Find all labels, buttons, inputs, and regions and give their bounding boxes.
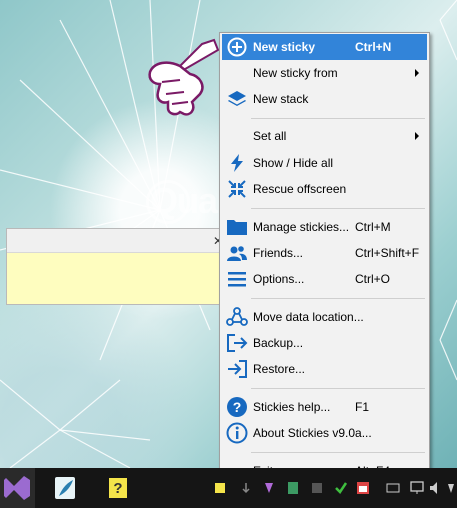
tray-sticky-icon[interactable] — [214, 480, 226, 496]
lightning-icon — [226, 152, 248, 174]
menu-item-label: Backup... — [253, 336, 304, 350]
menu-lines-icon — [226, 268, 248, 290]
menu-item-label: New sticky from — [253, 66, 338, 80]
menu-item-backup[interactable]: Backup... — [222, 330, 427, 356]
hand-cursor-icon — [148, 38, 220, 116]
visual-studio-icon — [4, 476, 30, 500]
menu-item-label: Show / Hide all — [253, 156, 334, 170]
sticky-title-bar[interactable] — [7, 229, 223, 253]
restore-icon — [226, 358, 248, 380]
taskbar-app-stickies[interactable]: ? — [98, 468, 138, 508]
menu-item-shortcut: Ctrl+O — [355, 272, 391, 286]
menu-item-manage-stickies[interactable]: Manage stickies... Ctrl+M — [222, 214, 427, 240]
stack-icon — [226, 88, 248, 110]
svg-text:?: ? — [113, 480, 122, 497]
sticky-note[interactable]: ✕ — [6, 228, 224, 305]
menu-item-new-stack[interactable]: New stack — [222, 86, 427, 112]
menu-item-label: Set all — [253, 129, 287, 143]
menu-item-restore[interactable]: Restore... — [222, 356, 427, 382]
menu-item-rescue-offscreen[interactable]: Rescue offscreen — [222, 176, 427, 202]
menu-item-label: Stickies help... — [253, 400, 331, 414]
menu-item-new-sticky[interactable]: New sticky Ctrl+N — [222, 34, 427, 60]
menu-item-label: Restore... — [253, 362, 306, 376]
menu-item-label: Rescue offscreen — [253, 182, 347, 196]
menu-separator — [251, 452, 425, 453]
submenu-arrow-icon — [415, 132, 419, 140]
menu-item-friends[interactable]: Friends... Ctrl+Shift+F — [222, 240, 427, 266]
menu-item-options[interactable]: Options... Ctrl+O — [222, 266, 427, 292]
menu-item-new-sticky-from[interactable]: New sticky from — [222, 60, 427, 86]
menu-item-show-hide-all[interactable]: Show / Hide all — [222, 150, 427, 176]
tray-arrow-icon[interactable] — [240, 480, 252, 496]
submenu-arrow-icon — [415, 69, 419, 77]
menu-separator — [251, 388, 425, 389]
tray-app-icon[interactable] — [262, 480, 276, 496]
help-icon: ? — [226, 396, 248, 418]
menu-item-stickies-help[interactable]: ? Stickies help... F1 — [222, 394, 427, 420]
menu-item-label: Options... — [253, 272, 305, 286]
menu-item-about[interactable]: About Stickies v9.0a... — [222, 420, 427, 446]
menu-item-shortcut: F1 — [355, 400, 370, 414]
tray-calendar-icon[interactable] — [356, 480, 370, 496]
menu-item-label: Move data location... — [253, 310, 364, 324]
menu-item-set-all[interactable]: Set all — [222, 123, 427, 149]
svg-text:?: ? — [233, 399, 242, 415]
tray-volume-icon[interactable] — [428, 480, 442, 496]
tray-dark-icon[interactable] — [310, 480, 324, 496]
context-menu: New sticky Ctrl+N New sticky from New st… — [219, 32, 430, 483]
taskbar-app-feather[interactable] — [45, 468, 85, 508]
menu-item-label: New stack — [253, 92, 309, 106]
backup-icon — [226, 332, 248, 354]
menu-item-move-data-location[interactable]: Move data location... — [222, 304, 427, 330]
menu-item-label: Friends... — [253, 246, 304, 260]
nodes-icon — [226, 306, 248, 328]
menu-separator — [251, 118, 425, 119]
menu-item-shortcut: Ctrl+M — [355, 220, 391, 234]
feather-app-icon — [55, 477, 75, 499]
tray-check-icon[interactable] — [334, 480, 348, 496]
menu-item-label: Manage stickies... — [253, 220, 350, 234]
friends-icon — [226, 242, 248, 264]
menu-item-label: New sticky — [253, 40, 316, 54]
tray-monitor-icon[interactable] — [410, 480, 424, 496]
menu-item-shortcut: Ctrl+N — [355, 40, 392, 54]
menu-separator — [251, 298, 425, 299]
tray-green-icon[interactable] — [286, 480, 300, 496]
tray-keyboard-icon[interactable] — [386, 480, 400, 496]
menu-item-label: About Stickies v9.0a... — [253, 426, 372, 440]
stickies-app-icon: ? — [109, 478, 127, 498]
folder-icon — [226, 216, 248, 238]
tray-language-icon[interactable] — [446, 480, 457, 496]
rescue-arrows-icon — [226, 178, 248, 200]
taskbar: ? — [0, 468, 457, 508]
start-button[interactable] — [0, 468, 35, 508]
menu-separator — [251, 208, 425, 209]
menu-item-shortcut: Ctrl+Shift+F — [355, 246, 420, 260]
info-icon — [226, 422, 248, 444]
plus-circle-icon — [226, 36, 248, 58]
